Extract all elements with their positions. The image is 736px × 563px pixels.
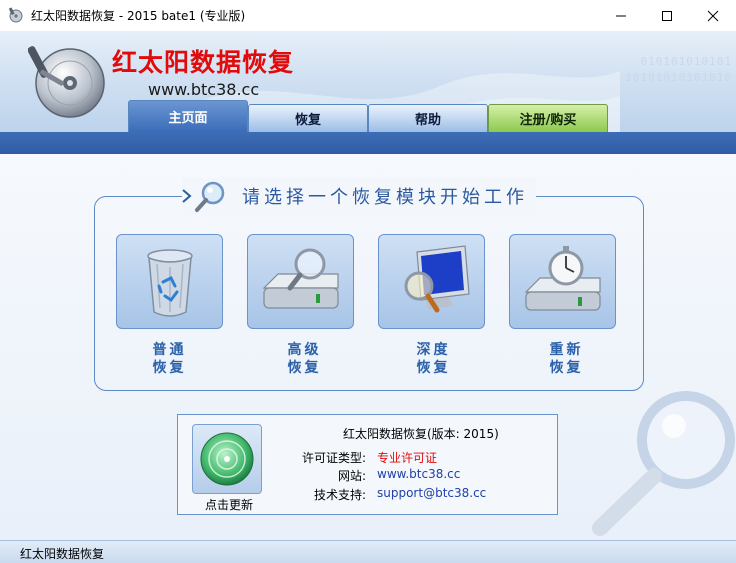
magnifier-decoration-icon <box>592 391 735 536</box>
main-panel: 请选择一个恢复模块开始工作 普通 恢复 高级 恢复 深度 恢复 重新 恢复 点击… <box>0 154 736 540</box>
support-email-link[interactable]: support@btc38.cc <box>377 486 486 500</box>
tab-content-band <box>0 132 736 154</box>
disk-magnifier-icon <box>262 248 339 309</box>
update-button[interactable] <box>192 424 262 494</box>
arrow-right-icon <box>182 189 192 203</box>
status-text: 红太阳数据恢复 <box>20 547 105 561</box>
minimize-button[interactable] <box>598 0 644 31</box>
header-banner: 010101010101 10101010101010 红太阳数据恢复 www.… <box>0 31 736 132</box>
magnifier-icon <box>195 181 225 212</box>
product-info-panel: 点击更新 红太阳数据恢复(版本: 2015) 许可证类型: 专业许可证 网站: … <box>177 414 558 515</box>
advanced-recovery-button[interactable] <box>247 234 354 329</box>
module-prompt-text: 请选择一个恢复模块开始工作 <box>242 187 528 208</box>
radar-update-icon <box>200 432 254 486</box>
window-title: 红太阳数据恢复 - 2015 bate1 (专业版) <box>31 9 246 23</box>
tab-help[interactable]: 帮助 <box>368 104 488 132</box>
brand-title: 红太阳数据恢复 <box>112 48 295 77</box>
website-label: 网站: <box>337 469 366 483</box>
monitor-magnifier-icon <box>404 244 470 312</box>
maximize-button[interactable] <box>644 0 690 31</box>
title-bar: 红太阳数据恢复 - 2015 bate1 (专业版) <box>0 0 736 31</box>
binary-decoration: 010101010101 <box>640 55 732 68</box>
tab-register[interactable]: 注册/购买 <box>488 104 608 132</box>
support-label: 技术支持: <box>313 488 366 502</box>
license-type-value: 专业许可证 <box>377 451 438 465</box>
hard-disk-logo-icon <box>28 46 105 118</box>
normal-recovery-label: 普通 恢复 <box>152 342 187 376</box>
update-label: 点击更新 <box>204 498 253 512</box>
status-bar: 红太阳数据恢复 <box>0 540 736 563</box>
deep-recovery-label: 深度 恢复 <box>416 342 451 376</box>
disk-stopwatch-icon <box>524 245 601 311</box>
close-icon <box>707 10 719 21</box>
re-recovery-label: 重新 恢复 <box>549 342 584 376</box>
re-recovery-button[interactable] <box>509 234 616 329</box>
module-prompt: 请选择一个恢复模块开始工作 <box>182 178 536 214</box>
maximize-icon <box>662 10 672 21</box>
deep-recovery-button[interactable] <box>378 234 485 329</box>
minimize-icon <box>616 15 626 16</box>
version-line: 红太阳数据恢复(版本: 2015) <box>343 427 499 441</box>
license-type-label: 许可证类型: <box>301 451 366 465</box>
brand-url: www.btc38.cc <box>148 80 260 99</box>
tab-home[interactable]: 主页面 <box>128 100 248 132</box>
advanced-recovery-label: 高级 恢复 <box>287 342 322 376</box>
normal-recovery-button[interactable] <box>116 234 223 329</box>
app-icon <box>8 7 23 23</box>
binary-decoration: 10101010101010 <box>625 71 732 84</box>
close-button[interactable] <box>690 0 736 31</box>
tab-recover[interactable]: 恢复 <box>248 104 368 132</box>
recycle-bin-icon <box>146 248 193 317</box>
website-link[interactable]: www.btc38.cc <box>377 467 460 481</box>
